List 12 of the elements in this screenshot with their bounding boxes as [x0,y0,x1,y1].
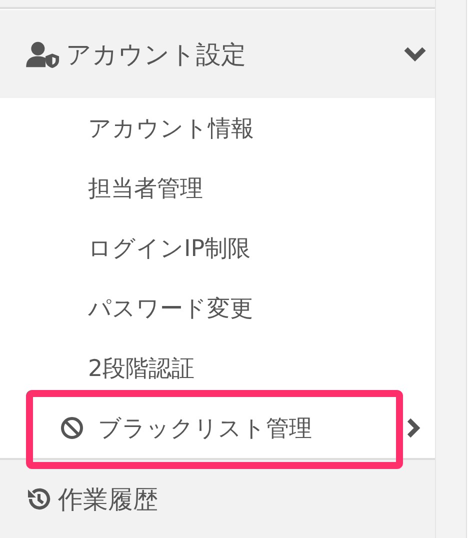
ban-icon [60,416,84,440]
submenu-item[interactable]: アカウント情報 [88,112,254,144]
submenu-item[interactable]: ログインIP制限 [88,232,251,264]
submenu-item[interactable]: 2段階認証 [88,352,195,384]
submenu-item[interactable]: パスワード変更 [88,292,253,324]
menu-header[interactable]: アカウント設定 [0,10,435,98]
chevron-right-icon [406,417,422,439]
history-icon [26,486,52,512]
menu-item[interactable]: 作業履歴 [0,458,435,538]
user-shield-icon [26,40,60,68]
submenu-item[interactable]: 担当者管理 [88,172,203,204]
submenu-item[interactable]: ブラックリスト管理 [98,412,312,444]
